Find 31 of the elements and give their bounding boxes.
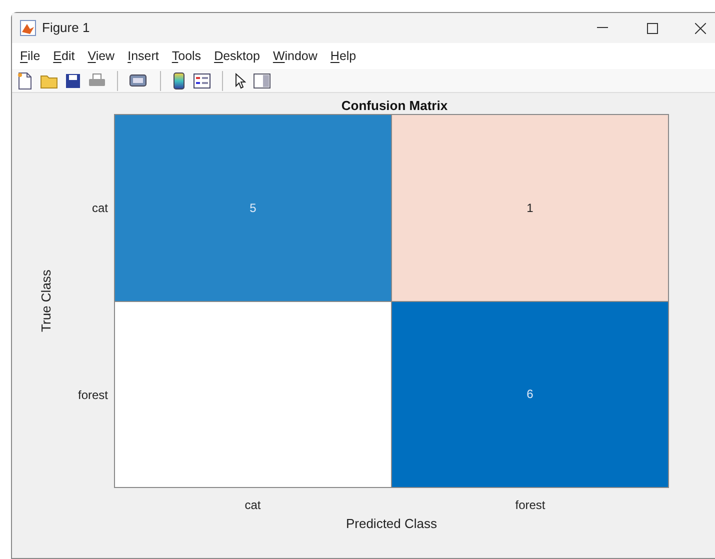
pointer-icon[interactable]	[234, 72, 246, 88]
minimize-icon	[597, 27, 608, 29]
menu-item[interactable]: Insert	[128, 46, 159, 66]
cell-count: 1	[526, 200, 534, 217]
property-panel-icon[interactable]	[253, 72, 271, 88]
row-label: forest	[78, 386, 108, 404]
folder-icon[interactable]	[40, 72, 58, 88]
app-logo-icon	[20, 20, 36, 36]
printer-icon[interactable]	[88, 72, 106, 88]
menu-item[interactable]: Edit	[53, 46, 75, 66]
plot-title: Confusion Matrix	[340, 98, 449, 114]
colorbar-icon[interactable]	[172, 72, 186, 90]
window-title: Figure 1	[42, 19, 90, 38]
column-label: cat	[244, 497, 261, 514]
menu-item[interactable]: Desktop	[214, 46, 260, 66]
y-axis-label: True Class	[37, 270, 54, 332]
new-file-icon[interactable]	[17, 72, 33, 90]
row-label: cat	[92, 200, 108, 216]
menu-item[interactable]: Window	[272, 46, 318, 66]
save-icon[interactable]	[65, 72, 81, 88]
menu-item[interactable]: Help	[330, 46, 356, 66]
cell-count: 6	[526, 386, 534, 404]
x-axis-label: Predicted Class	[346, 515, 438, 533]
column-label: forest	[515, 497, 546, 514]
menu-item[interactable]: File	[20, 46, 40, 66]
menu-item[interactable]: View	[88, 46, 115, 66]
maximize-icon	[647, 22, 658, 34]
cell-count: 5	[250, 200, 256, 217]
legend-icon[interactable]	[193, 72, 211, 88]
close-icon	[695, 22, 706, 34]
menu-item[interactable]: Tools	[172, 46, 202, 66]
